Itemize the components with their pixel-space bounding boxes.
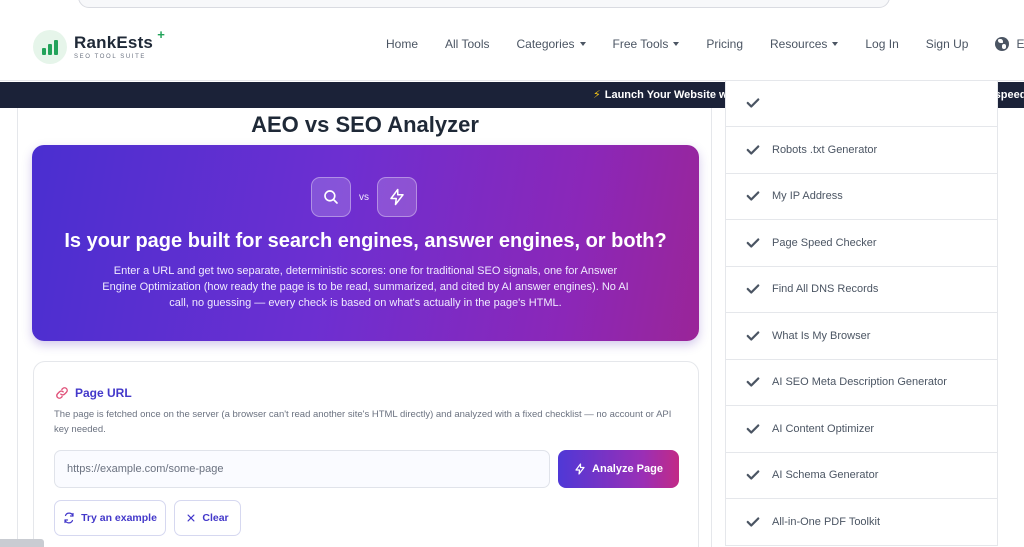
globe-icon — [995, 37, 1010, 51]
sidebar-item-what-is-my-browser[interactable]: What Is My Browser — [725, 313, 998, 360]
hero-icons: vs — [311, 177, 417, 217]
hero-banner: vs Is your page built for search engines… — [32, 145, 699, 341]
checkmark-icon — [746, 145, 760, 155]
sidebar-item-find-all-dns-records[interactable]: Find All DNS Records — [725, 266, 998, 313]
analyze-page-button[interactable]: Analyze Page — [558, 450, 679, 488]
logo-plus-mark: + — [157, 27, 166, 42]
site-header: RankEsts + SEO TOOL SUITE Home All Tools… — [0, 14, 1024, 81]
main-nav: Home All Tools Categories Free Tools Pri… — [386, 37, 1024, 51]
page-title: AEO vs SEO Analyzer — [251, 112, 479, 137]
bar-chart-icon — [33, 30, 67, 64]
checkmark-icon — [746, 517, 760, 527]
url-input[interactable] — [54, 450, 550, 488]
clear-button[interactable]: Clear — [174, 500, 241, 536]
checkmark-icon — [746, 284, 760, 294]
refresh-icon — [64, 512, 74, 524]
checkmark-icon — [746, 98, 760, 108]
hero-description: Enter a URL and get two separate, determ… — [102, 265, 629, 309]
url-help-text: The page is fetched once on the server (… — [54, 409, 672, 435]
top-search-bar[interactable] — [78, 0, 890, 8]
logo-name: RankEsts — [74, 33, 154, 52]
checkmark-icon — [746, 191, 760, 201]
logo[interactable]: RankEsts + SEO TOOL SUITE — [33, 28, 165, 64]
sidebar-item-ai-content-optimizer[interactable]: AI Content Optimizer — [725, 406, 998, 453]
checkmark-icon — [746, 377, 760, 387]
nav-log-in[interactable]: Log In — [865, 37, 898, 51]
hero-headline: Is your page built for search engines, a… — [64, 230, 667, 252]
lightning-bolt-icon — [377, 177, 417, 217]
nav-resources[interactable]: Resources — [770, 37, 839, 51]
chevron-down-icon — [673, 42, 680, 46]
nav-free-tools[interactable]: Free Tools — [613, 37, 680, 51]
tool-sidebar: Robots .txt Generator My IP Address Page… — [725, 80, 998, 547]
page-url-label: Page URL — [55, 386, 132, 400]
try-example-button[interactable]: Try an example — [54, 500, 166, 536]
close-icon — [187, 514, 195, 522]
nav-pricing[interactable]: Pricing — [706, 37, 743, 51]
browser-top-strip — [0, 0, 1024, 14]
checkmark-icon — [746, 470, 760, 480]
sidebar-item-all-in-one-pdf-toolkit[interactable]: All-in-One PDF Toolkit — [725, 499, 998, 546]
horizontal-scrollbar-thumb[interactable] — [0, 539, 44, 547]
lightning-bolt-icon — [575, 463, 585, 475]
checkmark-icon — [746, 238, 760, 248]
sidebar-item[interactable] — [725, 80, 998, 127]
nav-categories[interactable]: Categories — [516, 37, 586, 51]
sidebar-item-ai-schema-generator[interactable]: AI Schema Generator — [725, 452, 998, 499]
chevron-down-icon — [832, 42, 839, 46]
sidebar-item-robots-txt-generator[interactable]: Robots .txt Generator — [725, 127, 998, 174]
url-form-card: Page URL The page is fetched once on the… — [33, 361, 699, 547]
lightning-bolt-icon: ⚡ — [593, 89, 601, 101]
sidebar-item-my-ip-address[interactable]: My IP Address — [725, 173, 998, 220]
nav-all-tools[interactable]: All Tools — [445, 37, 489, 51]
language-selector[interactable]: EN — [995, 37, 1024, 51]
checkmark-icon — [746, 424, 760, 434]
vs-label: vs — [359, 191, 369, 203]
sidebar-item-page-speed-checker[interactable]: Page Speed Checker — [725, 220, 998, 267]
language-code: EN — [1016, 37, 1024, 51]
chevron-down-icon — [579, 42, 586, 46]
nav-sign-up[interactable]: Sign Up — [926, 37, 969, 51]
checkmark-icon — [746, 331, 760, 341]
link-icon — [56, 387, 68, 399]
logo-tagline: SEO TOOL SUITE — [74, 54, 146, 60]
search-icon — [311, 177, 351, 217]
sidebar-item-ai-seo-meta-description-generator[interactable]: AI SEO Meta Description Generator — [725, 359, 998, 406]
nav-home[interactable]: Home — [386, 37, 418, 51]
